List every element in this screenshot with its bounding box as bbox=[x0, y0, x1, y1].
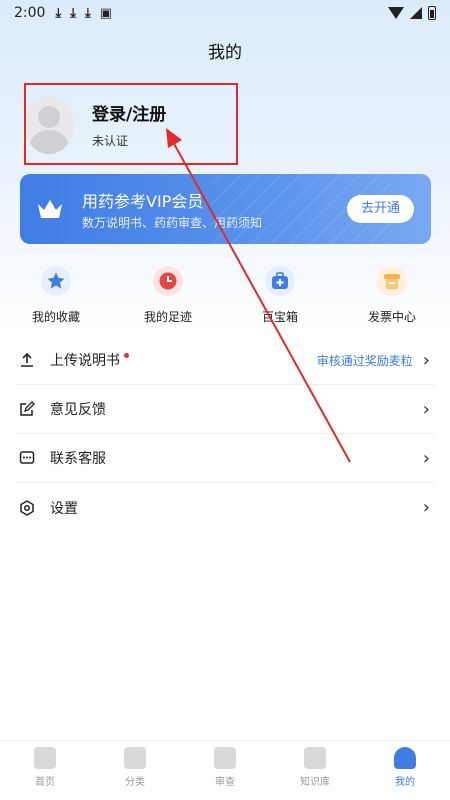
download-icon: ⤓ bbox=[55, 5, 62, 21]
quick-action-history[interactable]: 我的足迹 bbox=[128, 266, 208, 326]
page-title: 我的 bbox=[208, 43, 242, 63]
annotation-highlight-box bbox=[24, 83, 238, 165]
quick-action-favorites[interactable]: 我的收藏 bbox=[16, 266, 96, 326]
quick-action-label: 我的足迹 bbox=[143, 310, 192, 324]
menu-item-feedback[interactable]: 意见反馈 › bbox=[16, 385, 434, 434]
home-icon bbox=[34, 747, 56, 769]
chevron-right-icon: › bbox=[422, 497, 430, 518]
activate-vip-button[interactable]: 去开通 bbox=[347, 195, 414, 223]
chat-icon bbox=[18, 449, 36, 467]
clock-icon bbox=[153, 266, 183, 296]
user-icon bbox=[394, 747, 416, 769]
settings-menu: 上传说明书 审核通过奖励麦粒 › 意见反馈 › 联系客服 › 设置 › bbox=[16, 336, 434, 532]
menu-item-customer-service[interactable]: 联系客服 › bbox=[16, 434, 434, 483]
menu-item-label: 联系客服 bbox=[50, 451, 106, 467]
tab-label: 审查 bbox=[215, 777, 235, 788]
menu-item-label: 意见反馈 bbox=[50, 402, 106, 418]
bottom-tab-bar: 首页 分类 审查 知识库 我的 bbox=[0, 740, 450, 800]
crown-icon bbox=[38, 200, 62, 218]
tab-knowledge[interactable]: 知识库 bbox=[270, 741, 360, 800]
tab-label: 知识库 bbox=[300, 777, 330, 788]
quick-action-toolbox[interactable]: 百宝箱 bbox=[240, 266, 320, 326]
vip-title: 用药参考VIP会员 bbox=[82, 192, 204, 211]
wifi-icon bbox=[388, 7, 404, 19]
menu-item-upload-manual[interactable]: 上传说明书 审核通过奖励麦粒 › bbox=[16, 336, 434, 385]
chevron-right-icon: › bbox=[422, 349, 430, 371]
menu-item-settings[interactable]: 设置 › bbox=[16, 483, 434, 532]
menu-item-label: 设置 bbox=[50, 500, 78, 517]
check-icon bbox=[214, 747, 236, 769]
status-time: 2:00 bbox=[14, 5, 46, 21]
menu-item-hint: 审核通过奖励麦粒 bbox=[316, 353, 413, 368]
chevron-right-icon: › bbox=[422, 447, 430, 469]
edit-icon bbox=[18, 400, 36, 418]
tab-label: 分类 bbox=[125, 777, 145, 788]
quick-action-label: 我的收藏 bbox=[31, 310, 80, 324]
battery-icon bbox=[428, 6, 436, 20]
quick-action-label: 发票中心 bbox=[367, 310, 416, 324]
tab-label: 首页 bbox=[35, 777, 55, 788]
tab-review[interactable]: 审查 bbox=[180, 741, 270, 800]
settings-icon bbox=[18, 499, 36, 517]
invoice-icon bbox=[377, 266, 407, 296]
chevron-right-icon: › bbox=[422, 398, 430, 420]
upload-icon bbox=[18, 351, 36, 369]
quick-action-label: 百宝箱 bbox=[261, 310, 298, 324]
status-bar: 2:00 ⤓ ⤓ ⤓ ▣ bbox=[0, 0, 450, 26]
notification-icon: ▣ bbox=[99, 5, 112, 21]
toolbox-icon bbox=[265, 266, 295, 296]
tab-home[interactable]: 首页 bbox=[0, 741, 90, 800]
signal-icon bbox=[410, 7, 422, 19]
book-icon bbox=[304, 747, 326, 769]
quick-action-invoice[interactable]: 发票中心 bbox=[352, 266, 432, 326]
download-icon: ⤓ bbox=[84, 5, 91, 21]
vip-banner[interactable]: 用药参考VIP会员 数万说明书、药药审查、用药须知 去开通 bbox=[20, 174, 431, 244]
tab-label: 我的 bbox=[395, 777, 415, 788]
new-badge-dot bbox=[124, 352, 129, 358]
tab-mine[interactable]: 我的 bbox=[360, 741, 450, 800]
menu-item-label: 上传说明书 bbox=[50, 353, 120, 369]
download-icon: ⤓ bbox=[70, 5, 76, 21]
grid-icon bbox=[124, 747, 146, 769]
tab-category[interactable]: 分类 bbox=[90, 741, 180, 800]
star-icon bbox=[41, 266, 71, 296]
vip-subtitle: 数万说明书、药药审查、用药须知 bbox=[82, 216, 263, 230]
